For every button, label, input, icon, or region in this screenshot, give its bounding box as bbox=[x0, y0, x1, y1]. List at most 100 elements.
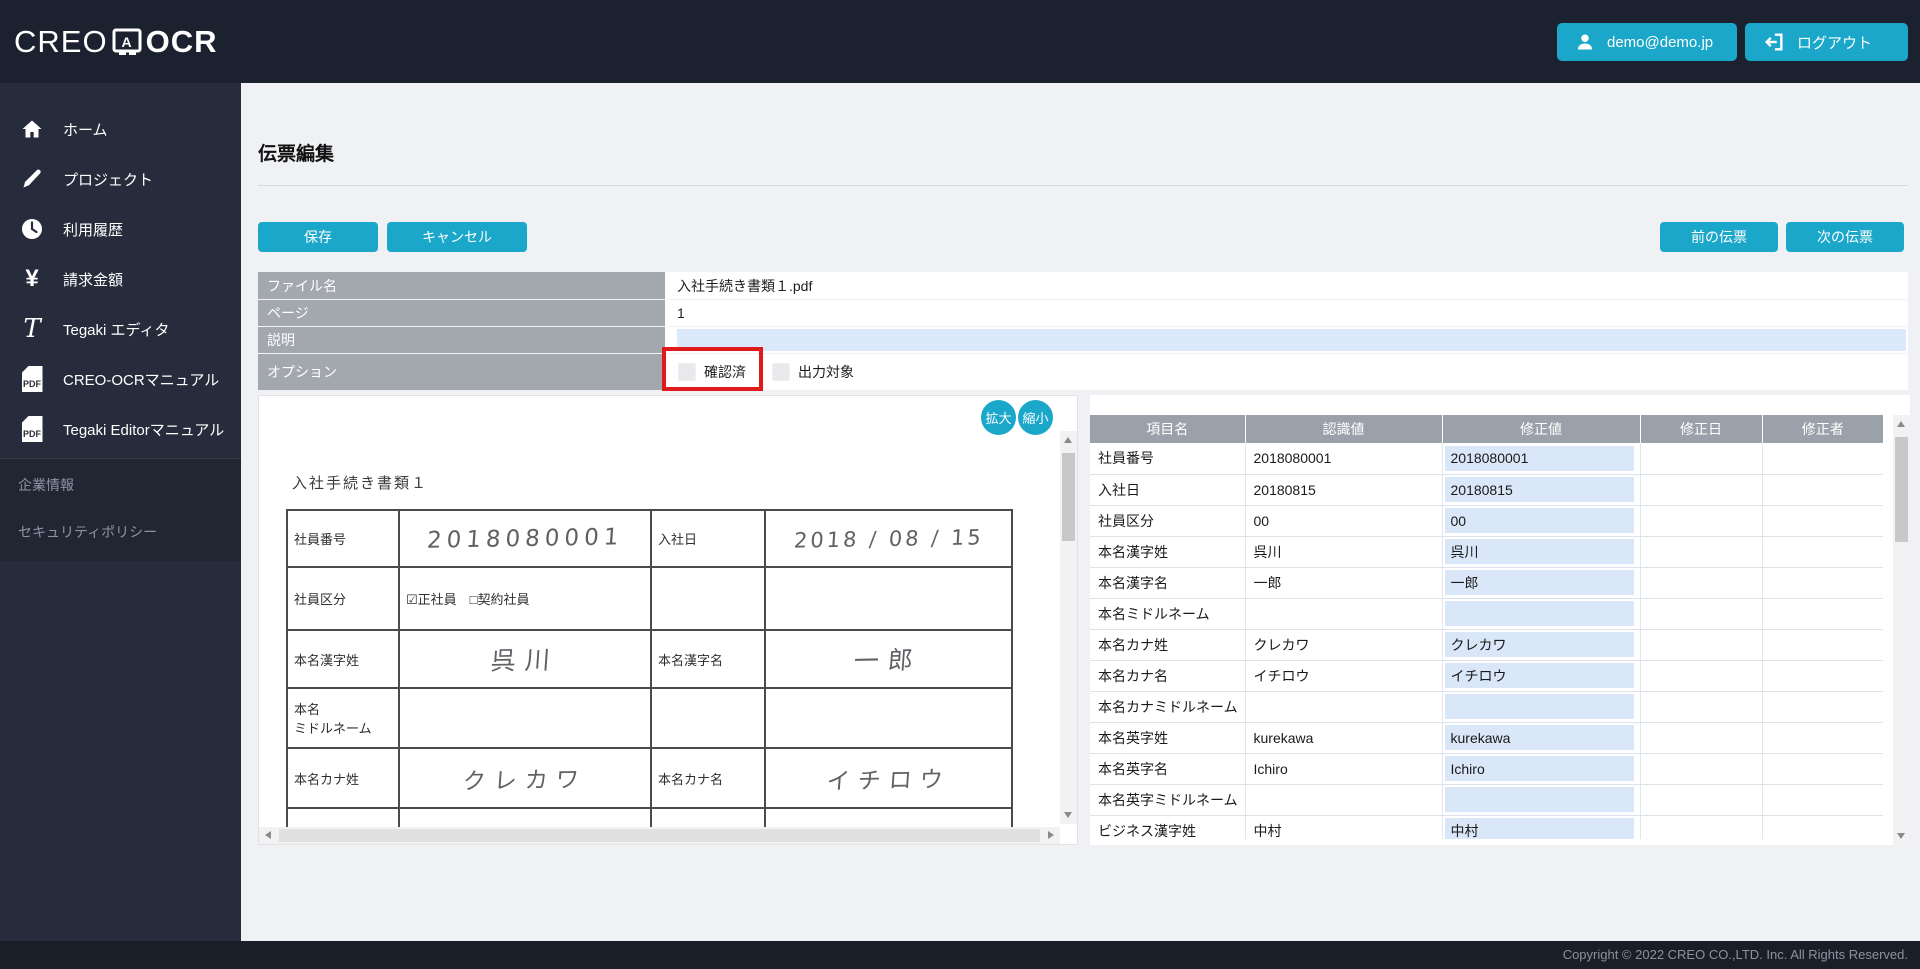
corrected-value-input[interactable]: クレカワ bbox=[1445, 632, 1634, 657]
handwritten-value: 呉川 bbox=[490, 640, 561, 677]
ocr-table-row: 本名漢字姓 呉川 呉川 bbox=[1090, 536, 1883, 567]
corrected-date-cell bbox=[1640, 567, 1762, 598]
output-target-checkbox[interactable] bbox=[772, 363, 790, 381]
cancel-button[interactable]: キャンセル bbox=[387, 222, 527, 252]
item-name-cell: 本名カナ姓 bbox=[1090, 629, 1245, 660]
main-content: 伝票編集 保存 キャンセル 前の伝票 次の伝票 ファイル名 入社手続き書類１.p… bbox=[241, 83, 1920, 941]
sidebar-item-tegaki-editor[interactable]: T Tegaki エディタ bbox=[0, 304, 241, 354]
corrected-value-input[interactable]: 一郎 bbox=[1445, 570, 1634, 595]
corrected-date-cell bbox=[1640, 784, 1762, 815]
logout-button[interactable]: ログアウト bbox=[1745, 23, 1908, 61]
ocr-table-viewport: 項目名 認識値 修正値 修正日 修正者 社員番号 2018080001 bbox=[1090, 415, 1883, 839]
recognized-value-cell bbox=[1245, 784, 1442, 815]
editor-cell bbox=[1762, 691, 1883, 722]
sidebar-item-company-info[interactable]: 企業情報 bbox=[0, 461, 241, 508]
scroll-down-arrow[interactable] bbox=[1064, 812, 1072, 818]
scanned-document-table: 社員番号 2018080001 入社日 2018 / 08 / 15 社員区分 … bbox=[286, 509, 1013, 845]
copyright-text: Copyright © 2022 CREO CO.,LTD. Inc. All … bbox=[1563, 947, 1908, 962]
recognized-value-cell: 呉川 bbox=[1245, 536, 1442, 567]
corrected-value-input[interactable]: 2018080001 bbox=[1445, 446, 1634, 471]
sidebar-item-label: 請求金額 bbox=[63, 269, 123, 290]
doc-label: 本名 ミドルネーム bbox=[287, 688, 399, 748]
editor-cell bbox=[1762, 567, 1883, 598]
sidebar-secondary-section: 企業情報 セキュリティポリシー bbox=[0, 458, 241, 561]
corrected-value-input[interactable]: 20180815 bbox=[1445, 477, 1634, 502]
pdf-icon: PDF bbox=[18, 366, 46, 392]
previous-slip-button[interactable]: 前の伝票 bbox=[1660, 222, 1778, 252]
recognized-value-cell: 一郎 bbox=[1245, 567, 1442, 598]
corrected-value-input[interactable]: 呉川 bbox=[1445, 539, 1634, 564]
ocr-table-row: 社員区分 00 00 bbox=[1090, 505, 1883, 536]
scrollbar-thumb[interactable] bbox=[279, 829, 1040, 842]
corrected-date-cell bbox=[1640, 505, 1762, 536]
handwritten-value: イチロウ bbox=[825, 760, 951, 796]
description-input[interactable] bbox=[677, 329, 1906, 351]
sidebar-item-projects[interactable]: プロジェクト bbox=[0, 154, 241, 204]
ocr-table-vertical-scrollbar[interactable] bbox=[1893, 415, 1910, 845]
logout-label: ログアウト bbox=[1797, 32, 1872, 53]
doc-row-kana-name: 本名カナ姓 クレカワ 本名カナ名 イチロウ bbox=[287, 748, 1012, 808]
recognized-value-cell: Ichiro bbox=[1245, 753, 1442, 784]
preview-horizontal-scrollbar[interactable] bbox=[259, 827, 1060, 844]
item-name-cell: 本名ミドルネーム bbox=[1090, 598, 1245, 629]
handwritten-value: 2018080001 bbox=[426, 524, 624, 553]
ocr-table-row: 本名カナ姓 クレカワ クレカワ bbox=[1090, 629, 1883, 660]
recognized-value-cell: 2018080001 bbox=[1245, 443, 1442, 474]
doc-row-kanji-name: 本名漢字姓 呉川 本名漢字名 一郎 bbox=[287, 630, 1012, 688]
sidebar-item-label: ホーム bbox=[63, 119, 108, 140]
ocr-table-row: 本名英字ミドルネーム bbox=[1090, 784, 1883, 815]
form-row-description: 説明 bbox=[258, 327, 1908, 353]
corrected-date-cell bbox=[1640, 753, 1762, 784]
doc-row-middle-name: 本名 ミドルネーム bbox=[287, 688, 1012, 748]
scroll-left-arrow[interactable] bbox=[265, 831, 271, 839]
column-header-editor: 修正者 bbox=[1762, 415, 1883, 443]
corrected-value-input[interactable] bbox=[1445, 694, 1634, 719]
sidebar-item-creo-ocr-manual[interactable]: PDF CREO-OCRマニュアル bbox=[0, 354, 241, 404]
ocr-table-row: 本名カナ名 イチロウ イチロウ bbox=[1090, 660, 1883, 691]
sidebar-item-home[interactable]: ホーム bbox=[0, 104, 241, 154]
scrollbar-thumb[interactable] bbox=[1062, 453, 1075, 541]
scroll-right-arrow[interactable] bbox=[1048, 831, 1054, 839]
corrected-value-input[interactable] bbox=[1445, 601, 1634, 626]
sidebar-item-tegaki-editor-manual[interactable]: PDF Tegaki Editorマニュアル bbox=[0, 404, 241, 454]
page-title: 伝票編集 bbox=[258, 139, 334, 166]
next-slip-button[interactable]: 次の伝票 bbox=[1786, 222, 1904, 252]
ocr-table-header-row: 項目名 認識値 修正値 修正日 修正者 bbox=[1090, 415, 1883, 443]
sidebar-item-security-policy[interactable]: セキュリティポリシー bbox=[0, 508, 241, 555]
scroll-up-arrow[interactable] bbox=[1897, 421, 1905, 427]
preview-vertical-scrollbar[interactable] bbox=[1060, 431, 1077, 824]
sidebar-item-label: 利用履歴 bbox=[63, 219, 123, 240]
sidebar-item-label: プロジェクト bbox=[63, 169, 153, 190]
scrollbar-thumb[interactable] bbox=[1895, 437, 1908, 542]
recognized-value-cell bbox=[1245, 598, 1442, 629]
sidebar-item-billing[interactable]: ¥ 請求金額 bbox=[0, 254, 241, 304]
ocr-table-row: 本名カナミドルネーム bbox=[1090, 691, 1883, 722]
sidebar-item-usage-history[interactable]: 利用履歴 bbox=[0, 204, 241, 254]
sidebar-item-label: Tegaki エディタ bbox=[63, 319, 169, 340]
corrected-value-input[interactable]: kurekawa bbox=[1445, 725, 1634, 750]
ocr-table-row: 本名英字姓 kurekawa kurekawa bbox=[1090, 722, 1883, 753]
zoom-in-button[interactable]: 拡大 bbox=[981, 400, 1016, 435]
corrected-date-cell bbox=[1640, 629, 1762, 660]
editor-cell bbox=[1762, 784, 1883, 815]
home-icon bbox=[18, 117, 46, 141]
item-name-cell: 本名英字名 bbox=[1090, 753, 1245, 784]
document-preview-pane: 拡大 縮小 入社手続き書類１ 社員番号 2018080001 入社日 2018 … bbox=[258, 395, 1078, 845]
scroll-down-arrow[interactable] bbox=[1897, 833, 1905, 839]
confirmed-checkbox[interactable] bbox=[678, 363, 696, 381]
column-header-recognized: 認識値 bbox=[1245, 415, 1442, 443]
zoom-out-button[interactable]: 縮小 bbox=[1018, 400, 1053, 435]
corrected-value-input[interactable]: Ichiro bbox=[1445, 756, 1634, 781]
save-button[interactable]: 保存 bbox=[258, 222, 378, 252]
description-label: 説明 bbox=[258, 327, 665, 353]
corrected-value-input[interactable]: イチロウ bbox=[1445, 663, 1634, 688]
user-account-button[interactable]: demo@demo.jp bbox=[1557, 23, 1737, 61]
corrected-value-input[interactable]: 中村 bbox=[1445, 818, 1634, 839]
item-name-cell: 本名漢字姓 bbox=[1090, 536, 1245, 567]
confirmed-checkbox-label: 確認済 bbox=[704, 362, 746, 382]
corrected-value-input[interactable] bbox=[1445, 787, 1634, 812]
filename-value: 入社手続き書類１.pdf bbox=[668, 272, 1908, 299]
corrected-value-input[interactable]: 00 bbox=[1445, 508, 1634, 533]
scroll-up-arrow[interactable] bbox=[1064, 437, 1072, 443]
corrected-date-cell bbox=[1640, 660, 1762, 691]
